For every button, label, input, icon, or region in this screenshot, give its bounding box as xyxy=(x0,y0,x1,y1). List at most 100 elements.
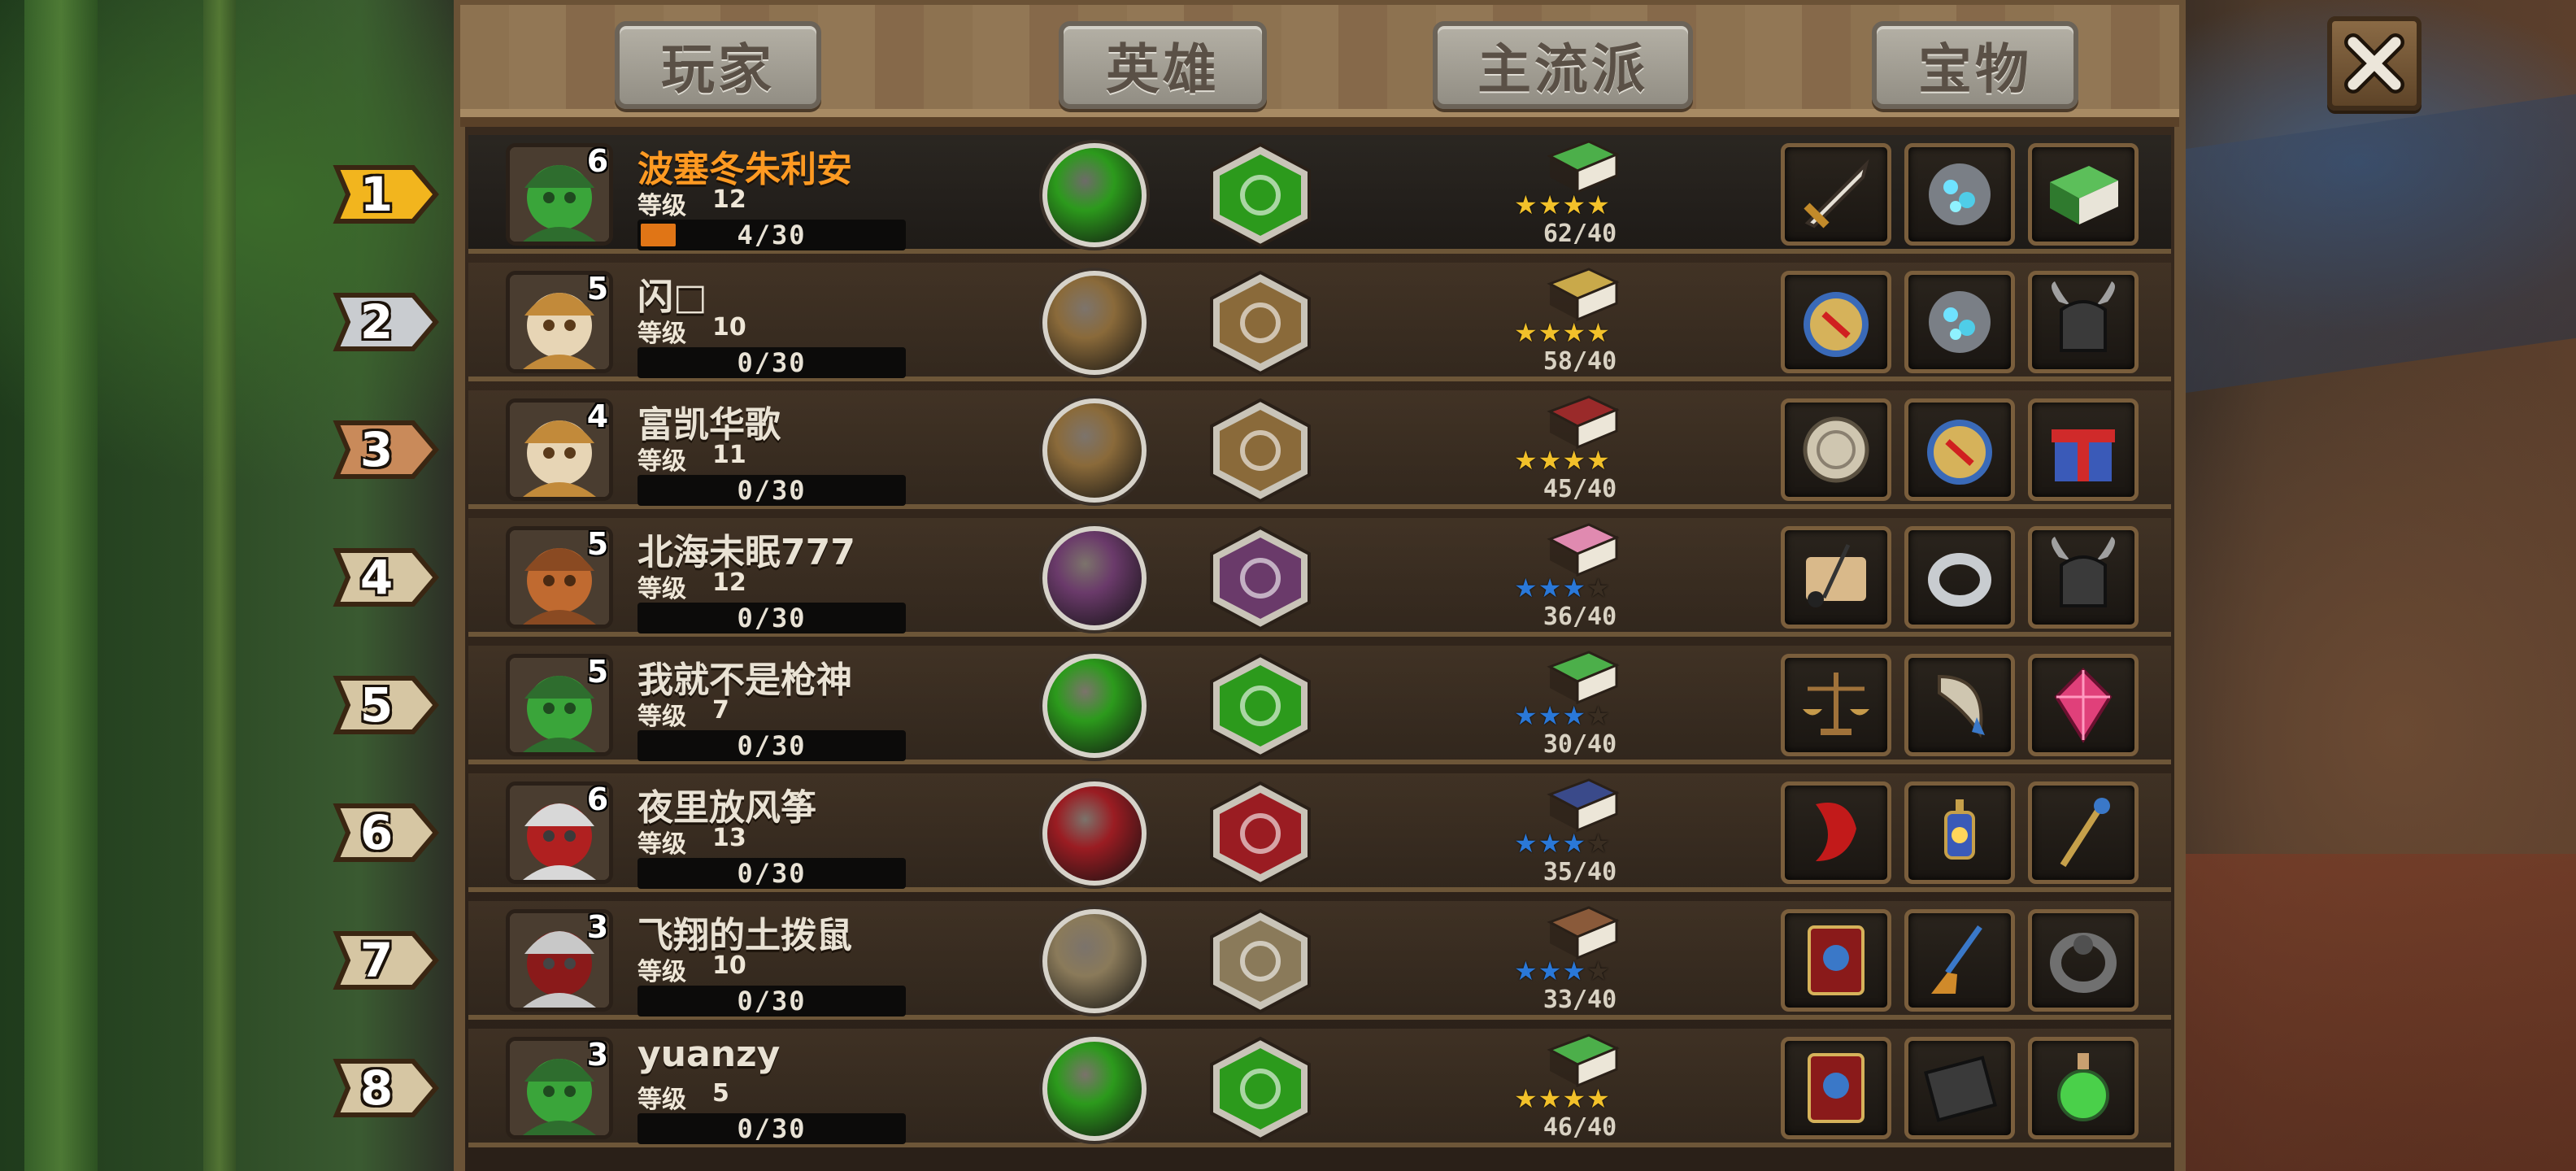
horn-icon[interactable] xyxy=(1904,654,2015,756)
progress-bar: 0/30 xyxy=(637,475,906,506)
hero-skill-icon[interactable] xyxy=(1042,909,1147,1013)
progress-bar: 0/30 xyxy=(637,603,906,633)
gift-box-icon[interactable] xyxy=(2028,398,2139,501)
build-book[interactable]: ★★★★ 33/40 xyxy=(1508,904,1652,1018)
iron-ring-icon[interactable] xyxy=(2028,909,2139,1012)
hero-talent-icon[interactable] xyxy=(1205,525,1316,632)
build-book[interactable]: ★★★★ 45/40 xyxy=(1508,394,1652,507)
rank-number: 7 xyxy=(359,933,394,988)
green-book-icon[interactable] xyxy=(2028,143,2139,246)
hero-skill-icon[interactable] xyxy=(1042,1037,1147,1141)
progress-text: 0/30 xyxy=(737,730,807,761)
hero-level-badge: 4 xyxy=(586,398,609,434)
build-book[interactable]: ★★★★ 35/40 xyxy=(1508,777,1652,890)
red-gem-icon[interactable] xyxy=(2028,654,2139,756)
player-row[interactable]: 5 北海未眠777 等级 12 0/30 ★★★★ 36/40 xyxy=(468,518,2171,637)
build-count: 30/40 xyxy=(1543,730,1617,759)
lantern-icon[interactable] xyxy=(1904,781,2015,884)
scales-icon[interactable] xyxy=(1781,654,1891,756)
tab-label: 主流派 xyxy=(1477,38,1648,101)
hero-talent-icon[interactable] xyxy=(1205,1035,1316,1143)
rank-number: 5 xyxy=(359,677,394,733)
green-potion-icon[interactable] xyxy=(2028,1037,2139,1139)
star-rating: ★★★★ xyxy=(1514,320,1652,346)
hero-talent-icon[interactable] xyxy=(1205,652,1316,760)
build-book[interactable]: ★★★★ 36/40 xyxy=(1508,521,1652,635)
rank-badge: 3 xyxy=(332,415,441,485)
level-value: 12 xyxy=(712,185,746,214)
hero-level-badge: 5 xyxy=(586,526,609,562)
star-icon: ★ xyxy=(1586,828,1611,859)
level-value: 7 xyxy=(712,696,729,725)
star-rating: ★★★★ xyxy=(1514,192,1652,218)
hero-skill-icon[interactable] xyxy=(1042,526,1147,630)
hero-talent-icon[interactable] xyxy=(1205,780,1316,887)
progress-text: 0/30 xyxy=(737,475,807,506)
hero-skill-icon[interactable] xyxy=(1042,781,1147,886)
player-row[interactable]: 5 闪□ 等级 10 0/30 ★★★★ 58/40 xyxy=(468,263,2171,381)
broom-icon[interactable] xyxy=(1904,909,2015,1012)
player-row[interactable]: 3 飞翔的土拨鼠 等级 10 0/30 ★★★★ 33/40 xyxy=(468,901,2171,1020)
player-row[interactable]: 3 yuanzy 等级 5 0/30 ★★★★ 46/40 xyxy=(468,1029,2171,1147)
star-icon: ★ xyxy=(1562,700,1587,731)
build-book[interactable]: ★★★★ 58/40 xyxy=(1508,266,1652,380)
scroll-quill-icon[interactable] xyxy=(1781,526,1891,629)
star-icon: ★ xyxy=(1538,1083,1563,1114)
progress-text: 0/30 xyxy=(737,986,807,1016)
level-label: 等级 xyxy=(637,1086,686,1114)
build-book[interactable]: ★★★★ 46/40 xyxy=(1508,1032,1652,1146)
blue-star-book-icon[interactable] xyxy=(1781,909,1891,1012)
header-bar: 玩家 英雄 主流派 宝物 xyxy=(460,0,2179,127)
progress-bar: 4/30 xyxy=(637,220,906,250)
player-row[interactable]: 6 波塞冬朱利安 等级 12 4/30 ★★★★ 62/40 xyxy=(468,135,2171,254)
build-book[interactable]: ★★★★ 62/40 xyxy=(1508,138,1652,252)
compass-icon[interactable] xyxy=(1904,398,2015,501)
red-claw-icon[interactable] xyxy=(1781,781,1891,884)
star-icon: ★ xyxy=(1514,956,1538,986)
star-icon: ★ xyxy=(1562,828,1587,859)
crystal-ore-icon[interactable] xyxy=(1904,143,2015,246)
level-label: 等级 xyxy=(637,192,686,220)
crystal-ore-icon[interactable] xyxy=(1904,271,2015,373)
hero-skill-icon[interactable] xyxy=(1042,398,1147,503)
player-name: 闪□ xyxy=(637,276,707,318)
ring-icon[interactable] xyxy=(1904,526,2015,629)
level-value: 13 xyxy=(712,824,746,852)
progress-text: 0/30 xyxy=(737,603,807,633)
level-label: 等级 xyxy=(637,958,686,986)
player-row[interactable]: 4 富凯华歌 等级 11 0/30 ★★★★ 45/40 xyxy=(468,390,2171,509)
player-row[interactable]: 6 夜里放风筝 等级 13 0/30 ★★★★ 35/40 xyxy=(468,773,2171,892)
hero-talent-icon[interactable] xyxy=(1205,269,1316,377)
rank-number: 6 xyxy=(359,805,394,860)
build-book[interactable]: ★★★★ 30/40 xyxy=(1508,649,1652,763)
tab-treasures[interactable]: 宝物 xyxy=(1872,21,2078,109)
horned-helmet-icon[interactable] xyxy=(2028,271,2139,373)
star-icon: ★ xyxy=(1586,700,1611,731)
star-icon: ★ xyxy=(1538,317,1563,348)
hero-talent-icon[interactable] xyxy=(1205,397,1316,504)
progress-bar: 0/30 xyxy=(637,730,906,761)
tab-players[interactable]: 玩家 xyxy=(615,21,821,109)
star-icon: ★ xyxy=(1538,572,1563,603)
hero-skill-icon[interactable] xyxy=(1042,654,1147,758)
staff-icon[interactable] xyxy=(2028,781,2139,884)
coin-icon[interactable] xyxy=(1781,398,1891,501)
dark-tablet-icon[interactable] xyxy=(1904,1037,2015,1139)
player-name: 我就不是枪神 xyxy=(637,660,852,701)
hero-skill-icon[interactable] xyxy=(1042,143,1147,247)
blue-star-book-icon[interactable] xyxy=(1781,1037,1891,1139)
hero-skill-icon[interactable] xyxy=(1042,271,1147,375)
compass-icon[interactable] xyxy=(1781,271,1891,373)
tab-mainstream[interactable]: 主流派 xyxy=(1433,21,1693,109)
hero-talent-icon[interactable] xyxy=(1205,908,1316,1015)
background-roof xyxy=(2179,94,2576,394)
hero-talent-icon[interactable] xyxy=(1205,141,1316,249)
close-button[interactable] xyxy=(2327,16,2422,111)
horned-helmet-icon[interactable] xyxy=(2028,526,2139,629)
star-icon: ★ xyxy=(1586,572,1611,603)
player-row[interactable]: 5 我就不是枪神 等级 7 0/30 ★★★★ 30/40 xyxy=(468,646,2171,764)
star-icon: ★ xyxy=(1562,572,1587,603)
sword-icon[interactable] xyxy=(1781,143,1891,246)
progress-bar: 0/30 xyxy=(637,1113,906,1144)
tab-heroes[interactable]: 英雄 xyxy=(1059,21,1267,109)
